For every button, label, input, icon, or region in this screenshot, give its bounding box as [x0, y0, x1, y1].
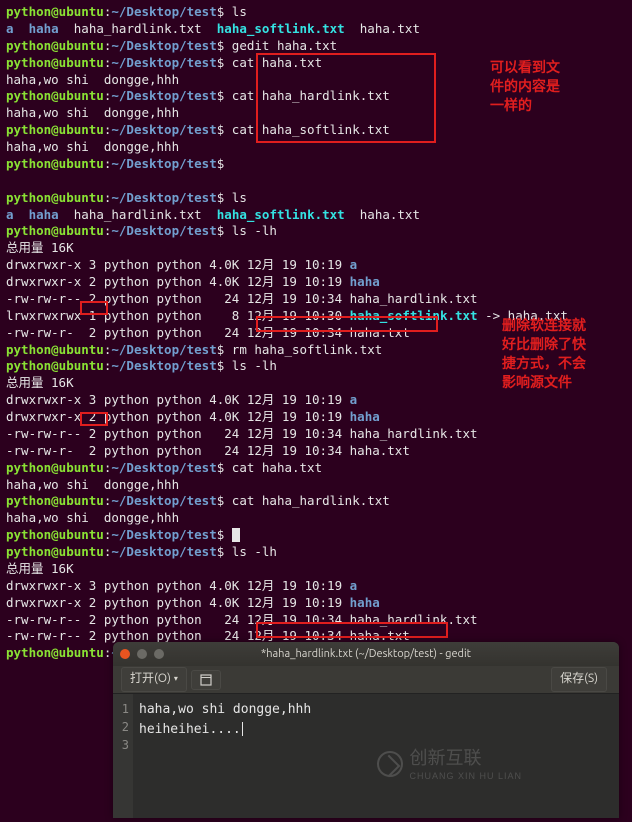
editor-line: haha,wo shi dongge,hhh [139, 700, 615, 720]
annotation-text-2: 删除软连接就 好比删除了快 捷方式，不会 影响源文件 [502, 316, 586, 392]
prompt-user: python@ubuntu [6, 4, 104, 19]
new-tab-button[interactable] [191, 670, 221, 690]
titlebar[interactable]: *haha_hardlink.txt (~/Desktop/test) - ge… [113, 642, 619, 666]
cmd-ls: ls [232, 4, 247, 19]
total-line: 总用量 16K [6, 240, 626, 257]
annotation-text-1: 可以看到文 件的内容是 一样的 [490, 58, 560, 115]
ls-a: a [6, 21, 14, 36]
prompt-path: ~/Desktop/test [111, 4, 216, 19]
cmd-cat-hard: cat haha_hardlink.txt [232, 88, 390, 103]
output-line: haha,wo shi dongge,hhh [6, 139, 626, 156]
chevron-down-icon: ▾ [174, 674, 178, 685]
gedit-toolbar: 打开(O)▾ 保存(S) [113, 666, 619, 694]
editor-line: heiheihei.... [139, 720, 615, 740]
text-cursor [241, 722, 243, 737]
ls-txt: haha.txt [360, 21, 420, 36]
line-gutter: 1 2 3 [113, 694, 133, 818]
gedit-editor[interactable]: 1 2 3 haha,wo shi dongge,hhh heiheihei..… [113, 694, 619, 818]
cursor [232, 528, 240, 542]
cmd-gedit-haha: gedit haha.txt [232, 38, 337, 53]
gedit-window[interactable]: *haha_hardlink.txt (~/Desktop/test) - ge… [113, 642, 619, 818]
ls-hard: haha_hardlink.txt [74, 21, 202, 36]
save-button[interactable]: 保存(S) [551, 667, 607, 691]
cmd-rm-soft: rm haha_softlink.txt [232, 342, 383, 357]
editor-content[interactable]: haha,wo shi dongge,hhh heiheihei.... [133, 694, 619, 818]
gedit-title: *haha_hardlink.txt (~/Desktop/test) - ge… [113, 647, 619, 662]
cmd-cat-haha: cat haha.txt [232, 55, 322, 70]
ls-haha: haha [29, 21, 59, 36]
ls-soft: haha_softlink.txt [217, 21, 345, 36]
open-button[interactable]: 打开(O)▾ [121, 667, 187, 691]
cmd-cat-soft: cat haha_softlink.txt [232, 122, 390, 137]
cmd-ls-lh: ls -lh [232, 223, 277, 238]
